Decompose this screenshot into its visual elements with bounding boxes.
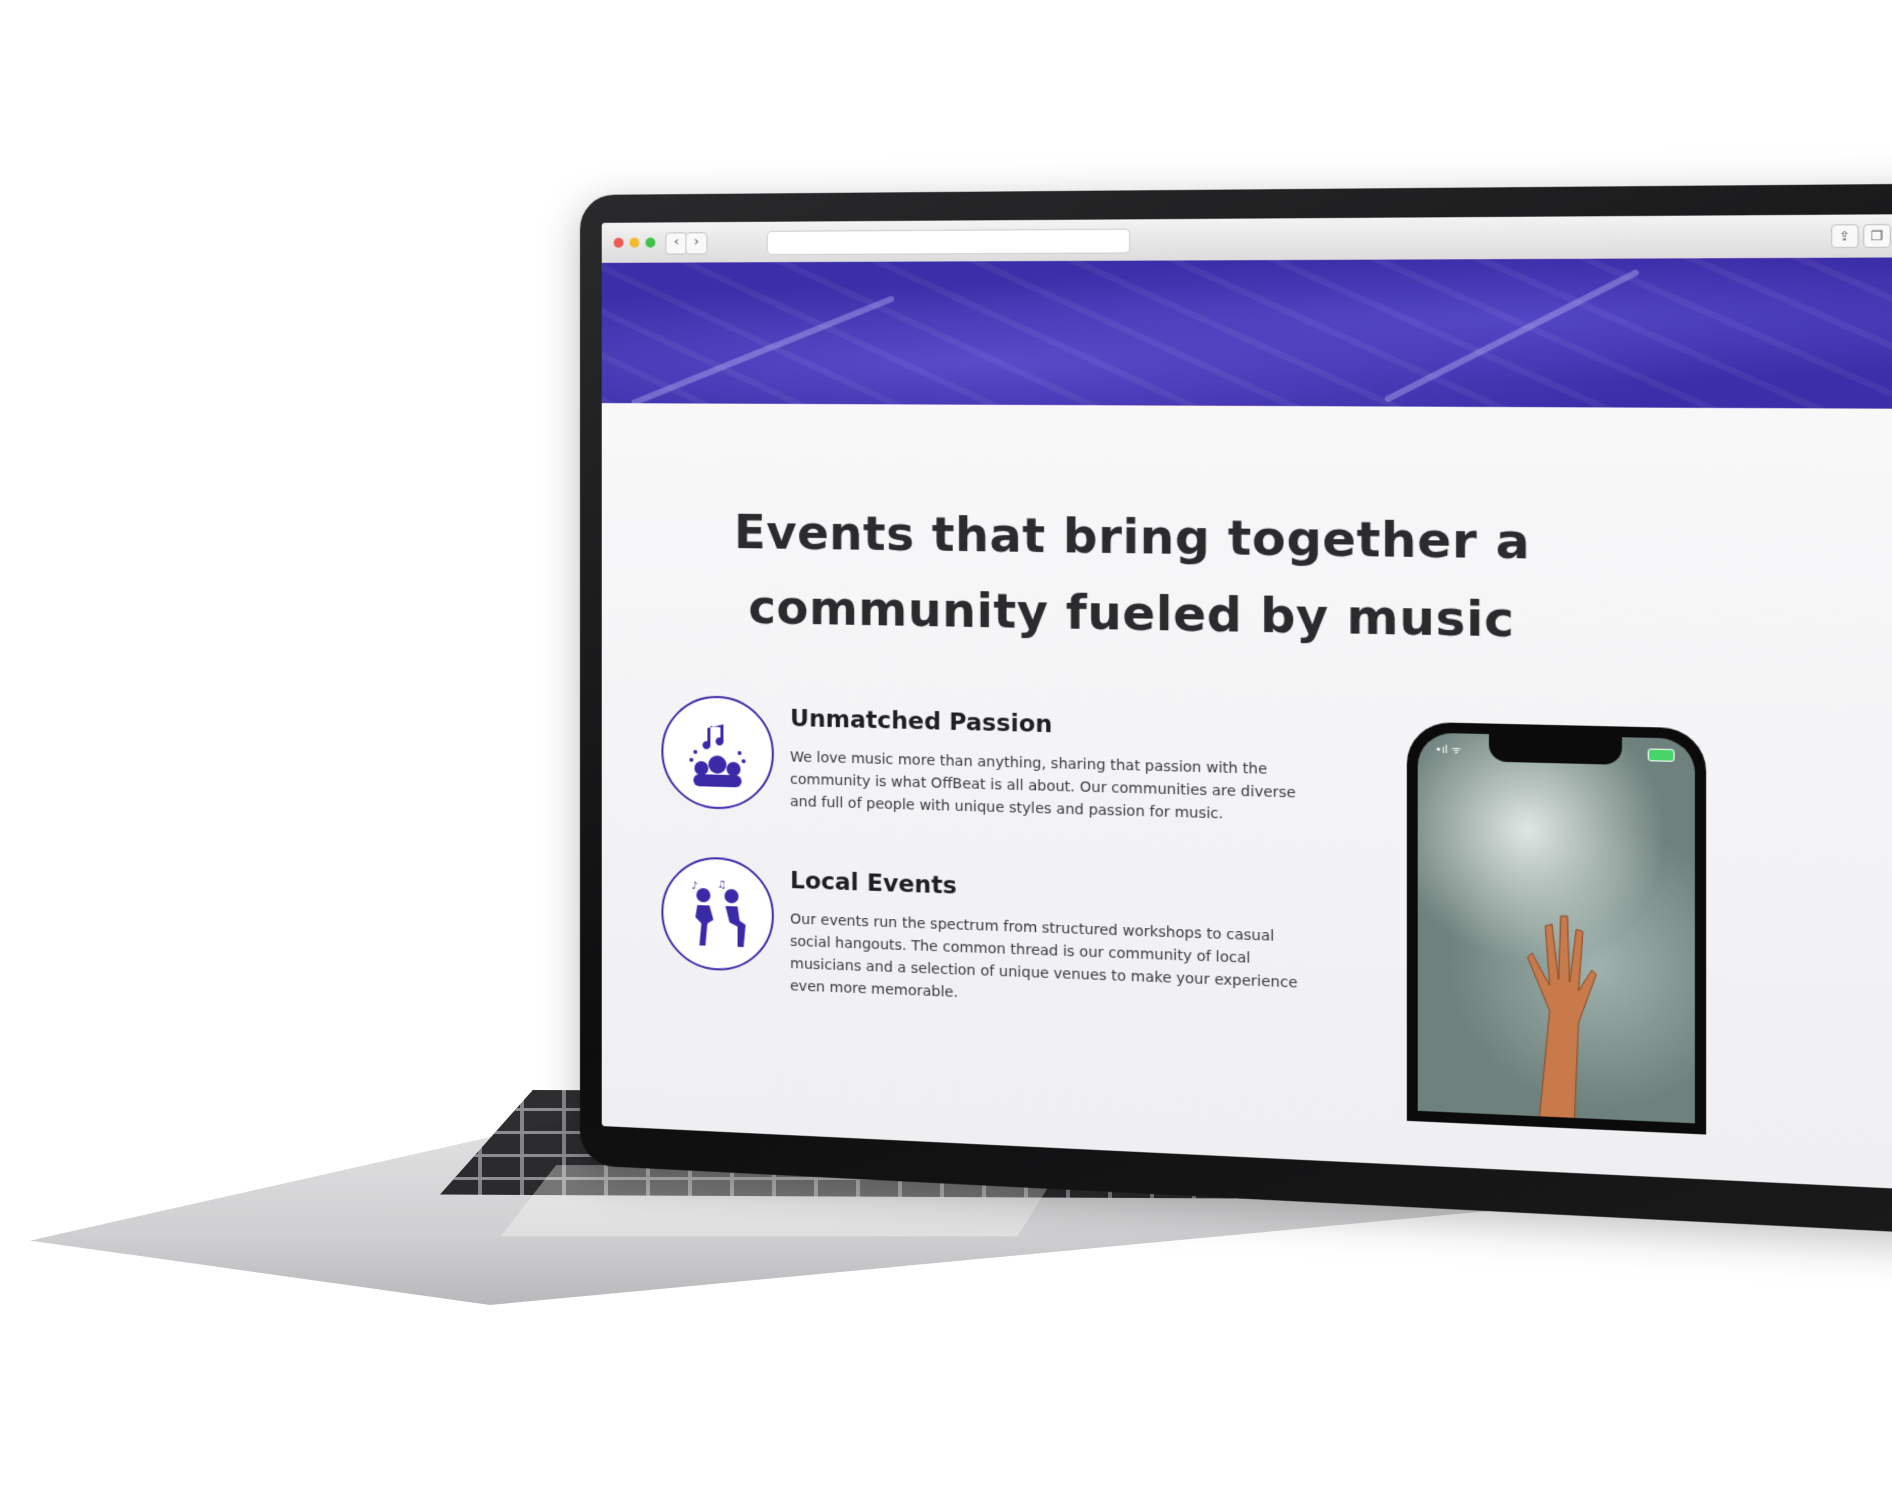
raised-hand-image [1505,882,1605,1124]
main-content: Events that bring together a community f… [601,403,1892,1191]
laptop-lid: ‹ › ⇪ ❐ + Events that bring together a c… [580,183,1892,1235]
forward-button[interactable]: › [685,232,708,255]
back-button[interactable]: ‹ [665,232,688,255]
svg-text:♪: ♪ [691,881,697,892]
page-headline: Events that bring together a community f… [734,504,1531,649]
battery-icon [1647,748,1675,762]
phone-screen: •ıl ᯤ [1417,732,1695,1124]
feature-title: Unmatched Passion [790,705,1053,739]
maximize-window-button[interactable] [645,237,656,248]
svg-text:♫: ♫ [717,879,726,890]
phone-notch [1488,734,1622,765]
guitar-neck-left [630,295,896,407]
singers-icon: ♪ ♫ [661,855,774,973]
phone-mockup: •ıl ᯤ [1406,721,1707,1135]
feature-description: We love music more than anything, sharin… [790,749,1296,823]
music-community-icon [661,694,774,811]
feature-unmatched-passion: Unmatched Passion We love music more tha… [661,694,1325,823]
guitar-neck-right [1383,268,1641,404]
feature-title: Local Events [790,867,957,900]
minimize-window-button[interactable] [629,237,640,248]
feature-description: Our events run the spectrum from structu… [790,911,1298,1002]
share-icon[interactable]: ⇪ [1831,224,1859,249]
browser-toolbar: ‹ › ⇪ ❐ + [601,214,1892,264]
browser-window: ‹ › ⇪ ❐ + Events that bring together a c… [601,214,1892,1191]
close-window-button[interactable] [613,237,624,248]
tabs-icon[interactable]: ❐ [1863,224,1891,248]
address-bar[interactable] [766,228,1131,256]
hero-banner [601,257,1892,409]
feature-local-events: ♪ ♫ Local Events Our events run the spec… [661,855,1325,1001]
signal-wifi-icon: •ıl ᯤ [1435,744,1462,757]
